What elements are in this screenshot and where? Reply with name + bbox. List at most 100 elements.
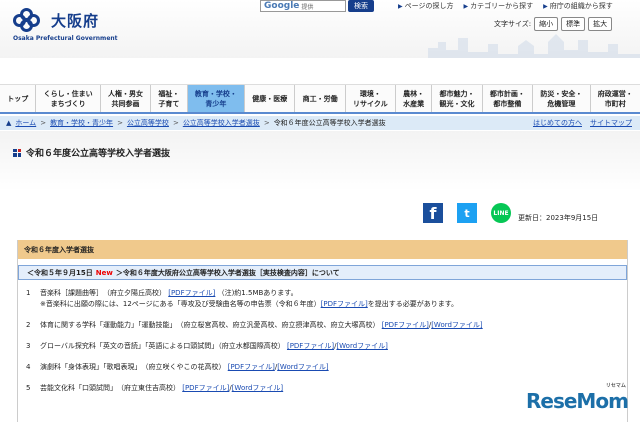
new-badge: New: [95, 268, 113, 277]
announcement-date: ＜令和５年９月15日: [27, 268, 93, 277]
pdf-link[interactable]: [PDFファイル]: [228, 363, 275, 371]
breadcrumb: ▲ ホーム > 教育・学校・青少年 > 公立高等学校 > 公立高等学校入学者選抜…: [0, 116, 640, 130]
watermark-text: ReseMom: [526, 389, 629, 413]
facebook-icon[interactable]: f: [423, 203, 443, 223]
pdf-link[interactable]: [PDFファイル]: [382, 321, 429, 329]
nav-label: 福祉・ 子育て: [158, 89, 180, 108]
nav-item-commerce[interactable]: 商工・労働: [295, 85, 346, 112]
item-note: （注)約1.5MBあります。: [217, 289, 298, 297]
item-content: グローバル探究科「英文の音読」「英語による口頭試問」（府立水都国際高校） [PD…: [40, 342, 388, 350]
logo-mark-icon: [13, 8, 47, 34]
twitter-icon[interactable]: t: [457, 203, 477, 223]
nav-label: 人権・男女 共同参画: [108, 89, 144, 108]
breadcrumb-admission[interactable]: 公立高等学校入学者選抜: [183, 118, 260, 128]
nav-label: 防災・安全・ 危機管理: [540, 89, 583, 108]
item-text: 体育に関する学科「運動能力」「運動技能」 （府立桜宮高校、府立汎愛高校、府立摂津…: [40, 321, 380, 329]
breadcrumb-separator: >: [117, 119, 123, 127]
item-number: 2: [26, 321, 31, 329]
announcement-title: ＞令和６年度大阪府公立高等学校入学者選抜［実技検査内容］について: [115, 268, 340, 277]
home-icon: ▲: [6, 119, 12, 127]
item-content: 演劇科「身体表現」「歌唱表現」 （府立咲くやこの花高校） [PDFファイル]/[…: [40, 363, 329, 371]
site-header: 大阪府 Osaka Prefectural Government Google …: [0, 0, 640, 58]
breadcrumb-separator: >: [263, 119, 270, 127]
nav-label: 都市計画・ 都市整備: [489, 89, 525, 108]
breadcrumb-right-links: はじめての方へ サイトマップ: [533, 118, 632, 128]
breadcrumb-education[interactable]: 教育・学校・青少年: [50, 118, 113, 128]
nav-item-administration[interactable]: 府政運営・ 市町村: [591, 85, 640, 112]
title-area: [0, 131, 640, 191]
nav-item-welfare[interactable]: 福祉・ 子育て: [151, 85, 188, 112]
page: 大阪府 Osaka Prefectural Government Google …: [0, 0, 640, 422]
item-number: 3: [26, 342, 31, 350]
city-skyline-icon: [428, 34, 640, 58]
site-logo[interactable]: 大阪府: [13, 8, 99, 34]
nav-item-environment[interactable]: 環境・ リサイクル: [346, 85, 396, 112]
list-item: 4 演劇科「身体表現」「歌唱表現」 （府立咲くやこの花高校） [PDFファイル]…: [18, 362, 627, 373]
first-time-link[interactable]: はじめての方へ: [533, 118, 582, 128]
word-link[interactable]: [Wordファイル]: [232, 384, 283, 392]
search-provider-label: 提供: [301, 3, 314, 11]
top-link-how-to-find[interactable]: ページの探し方: [398, 1, 454, 11]
search-button[interactable]: 検索: [348, 0, 374, 12]
google-label: Google: [264, 1, 300, 11]
sitemap-link[interactable]: サイトマップ: [590, 118, 632, 128]
watermark-ruby: リセマム: [605, 383, 626, 389]
line-icon[interactable]: LINE: [491, 203, 511, 223]
breadcrumb-home[interactable]: ホーム: [15, 118, 36, 128]
item-number: 1: [26, 289, 31, 297]
item-text: グローバル探究科「英文の音読」「英語による口頭試問」（府立水都国際高校）: [40, 342, 285, 350]
site-search: Google 提供 検索: [260, 0, 374, 12]
top-links: ページの探し方 カテゴリーから探す 府庁の組織から探す: [398, 1, 613, 11]
page-title-text: 令和６年度公立高等学校入学者選抜: [26, 149, 171, 159]
nav-label: くらし・住まい まちづくり: [43, 89, 93, 108]
search-input[interactable]: Google 提供: [260, 0, 346, 12]
share-buttons: f t LINE: [423, 203, 511, 223]
resemom-watermark: ReseMom リセマム: [526, 383, 629, 413]
logo-name: 大阪府: [51, 12, 100, 30]
breadcrumb-separator: >: [40, 119, 47, 127]
nav-label: 府政運営・ 市町村: [597, 89, 633, 108]
nav-item-human-rights[interactable]: 人権・男女 共同参画: [101, 85, 152, 112]
item-text: 音楽科［課題曲等］ （府立夕陽丘高校）: [40, 289, 166, 297]
item-content: 体育に関する学科「運動能力」「運動技能」 （府立桜宮高校、府立汎愛高校、府立摂津…: [40, 321, 483, 329]
breadcrumb-separator: >: [172, 119, 179, 127]
item-text: 演劇科「身体表現」「歌唱表現」 （府立咲くやこの花高校）: [40, 363, 226, 371]
pdf-link[interactable]: [PDFファイル]: [182, 384, 229, 392]
nav-label: 都市魅力・ 観光・文化: [439, 89, 475, 108]
nav-item-living[interactable]: くらし・住まい まちづくり: [36, 85, 101, 112]
item-content: 音楽科［課題曲等］ （府立夕陽丘高校） [PDFファイル] （注)約1.5MBあ…: [40, 288, 627, 310]
section-heading: 令和６年度入学者選抜: [18, 240, 627, 259]
nav-label: 商工・労働: [302, 94, 338, 103]
nav-label: トップ: [7, 94, 29, 103]
nav-label: 環境・ リサイクル: [353, 89, 388, 108]
nav-item-top[interactable]: トップ: [0, 85, 37, 112]
word-link[interactable]: [Wordファイル]: [431, 321, 482, 329]
item-subnote: ※音楽科に出願の際には、12ページにある「専攻及び受験曲名等の申告票（令和６年度…: [40, 300, 459, 308]
page-title: 令和６年度公立高等学校入学者選抜: [13, 146, 170, 159]
top-link-organization[interactable]: 府庁の組織から探す: [543, 1, 613, 11]
title-squares-icon: [13, 148, 21, 157]
breadcrumb-public-high-school[interactable]: 公立高等学校: [127, 118, 169, 128]
nav-item-urban-planning[interactable]: 都市計画・ 都市整備: [483, 85, 534, 112]
nav-item-agriculture[interactable]: 農林・ 水産業: [396, 85, 433, 112]
nav-label: 教育・学校・ 青少年: [194, 89, 237, 108]
top-link-category[interactable]: カテゴリーから探す: [464, 1, 533, 11]
nav-item-education[interactable]: 教育・学校・ 青少年: [187, 85, 246, 112]
nav-item-tourism[interactable]: 都市魅力・ 観光・文化: [432, 85, 483, 112]
word-link[interactable]: [Wordファイル]: [336, 342, 387, 350]
word-link[interactable]: [Wordファイル]: [277, 363, 328, 371]
item-number: 4: [26, 363, 31, 371]
global-nav: トップ くらし・住まい まちづくり 人権・男女 共同参画 福祉・ 子育て 教育・学校・…: [0, 84, 640, 114]
nav-label: 農林・ 水産業: [403, 89, 425, 108]
nav-label: 健康・医療: [252, 94, 288, 103]
item-number: 5: [26, 384, 31, 392]
list-item: 3 グローバル探究科「英文の音読」「英語による口頭試問」（府立水都国際高校） […: [18, 341, 627, 352]
pdf-link[interactable]: [PDFファイル]: [287, 342, 334, 350]
nav-item-health[interactable]: 健康・医療: [245, 85, 296, 112]
logo-subtitle: Osaka Prefectural Government: [13, 35, 118, 42]
declaration-pdf-link[interactable]: [PDFファイル]: [321, 300, 368, 308]
updated-date: 更新日：2023年9月15日: [518, 214, 599, 222]
pdf-link[interactable]: [PDFファイル]: [168, 289, 215, 297]
list-item: 2 体育に関する学科「運動能力」「運動技能」 （府立桜宮高校、府立汎愛高校、府立…: [18, 320, 627, 331]
nav-item-disaster[interactable]: 防災・安全・ 危機管理: [533, 85, 591, 112]
